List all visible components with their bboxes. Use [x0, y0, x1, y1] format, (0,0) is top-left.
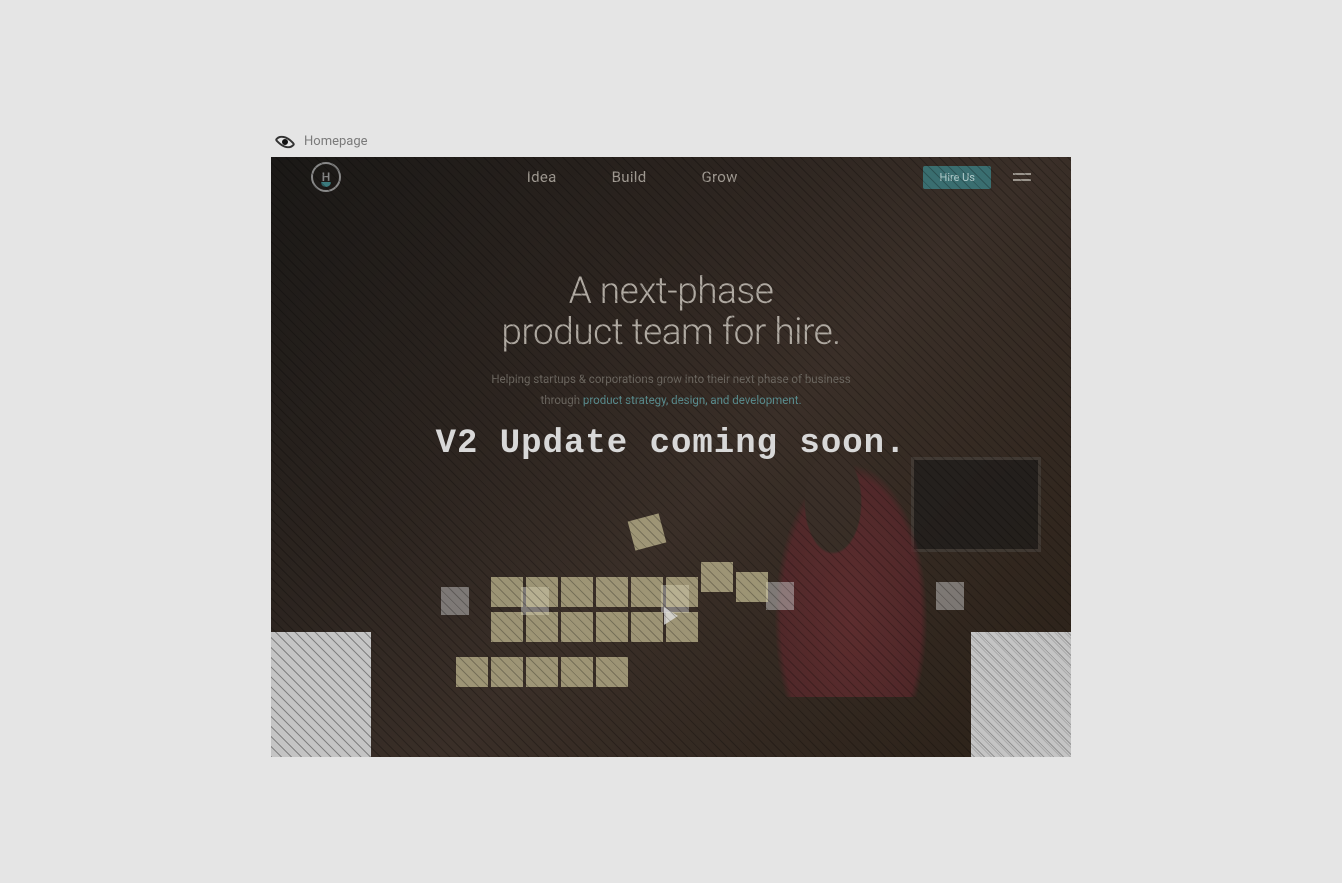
- hero-subtitle: Helping startups & corporations grow int…: [271, 369, 1071, 410]
- play-icon: [664, 607, 678, 625]
- hero-section: A next-phase product team for hire. Help…: [271, 272, 1071, 411]
- preview-bar: Homepage: [271, 126, 1071, 157]
- nav-links: Idea Build Grow: [341, 168, 923, 186]
- nav-link-grow[interactable]: Grow: [702, 168, 738, 186]
- hero-title-line-1: A next-phase: [271, 272, 1071, 313]
- left-side-panel: [271, 632, 371, 757]
- nav-link-build[interactable]: Build: [612, 168, 647, 186]
- nav-link-idea[interactable]: Idea: [527, 168, 557, 186]
- preview-page-label[interactable]: Homepage: [304, 134, 368, 149]
- bg-sticky-notes: [371, 477, 871, 757]
- hire-us-button[interactable]: Hire Us: [923, 166, 991, 189]
- hero-title: A next-phase product team for hire.: [271, 272, 1071, 353]
- play-video-button[interactable]: [664, 607, 678, 625]
- v2-update-overlay-text: V2 Update coming soon.: [271, 422, 1071, 468]
- hamburger-menu-icon[interactable]: [1013, 173, 1031, 181]
- logo[interactable]: H: [311, 162, 341, 192]
- top-navigation: H Idea Build Grow Hire Us: [271, 157, 1071, 197]
- hero-sub-accent: product strategy, design, and developmen…: [583, 393, 802, 407]
- hero-sub-line-2: through product strategy, design, and de…: [271, 390, 1071, 411]
- page-preview-canvas[interactable]: H Idea Build Grow Hire Us A next-phase p…: [271, 157, 1071, 757]
- eye-icon: [274, 131, 295, 152]
- hero-sub-line-1: Helping startups & corporations grow int…: [271, 369, 1071, 390]
- right-side-panel: [971, 632, 1071, 757]
- hero-title-line-2: product team for hire.: [271, 313, 1071, 354]
